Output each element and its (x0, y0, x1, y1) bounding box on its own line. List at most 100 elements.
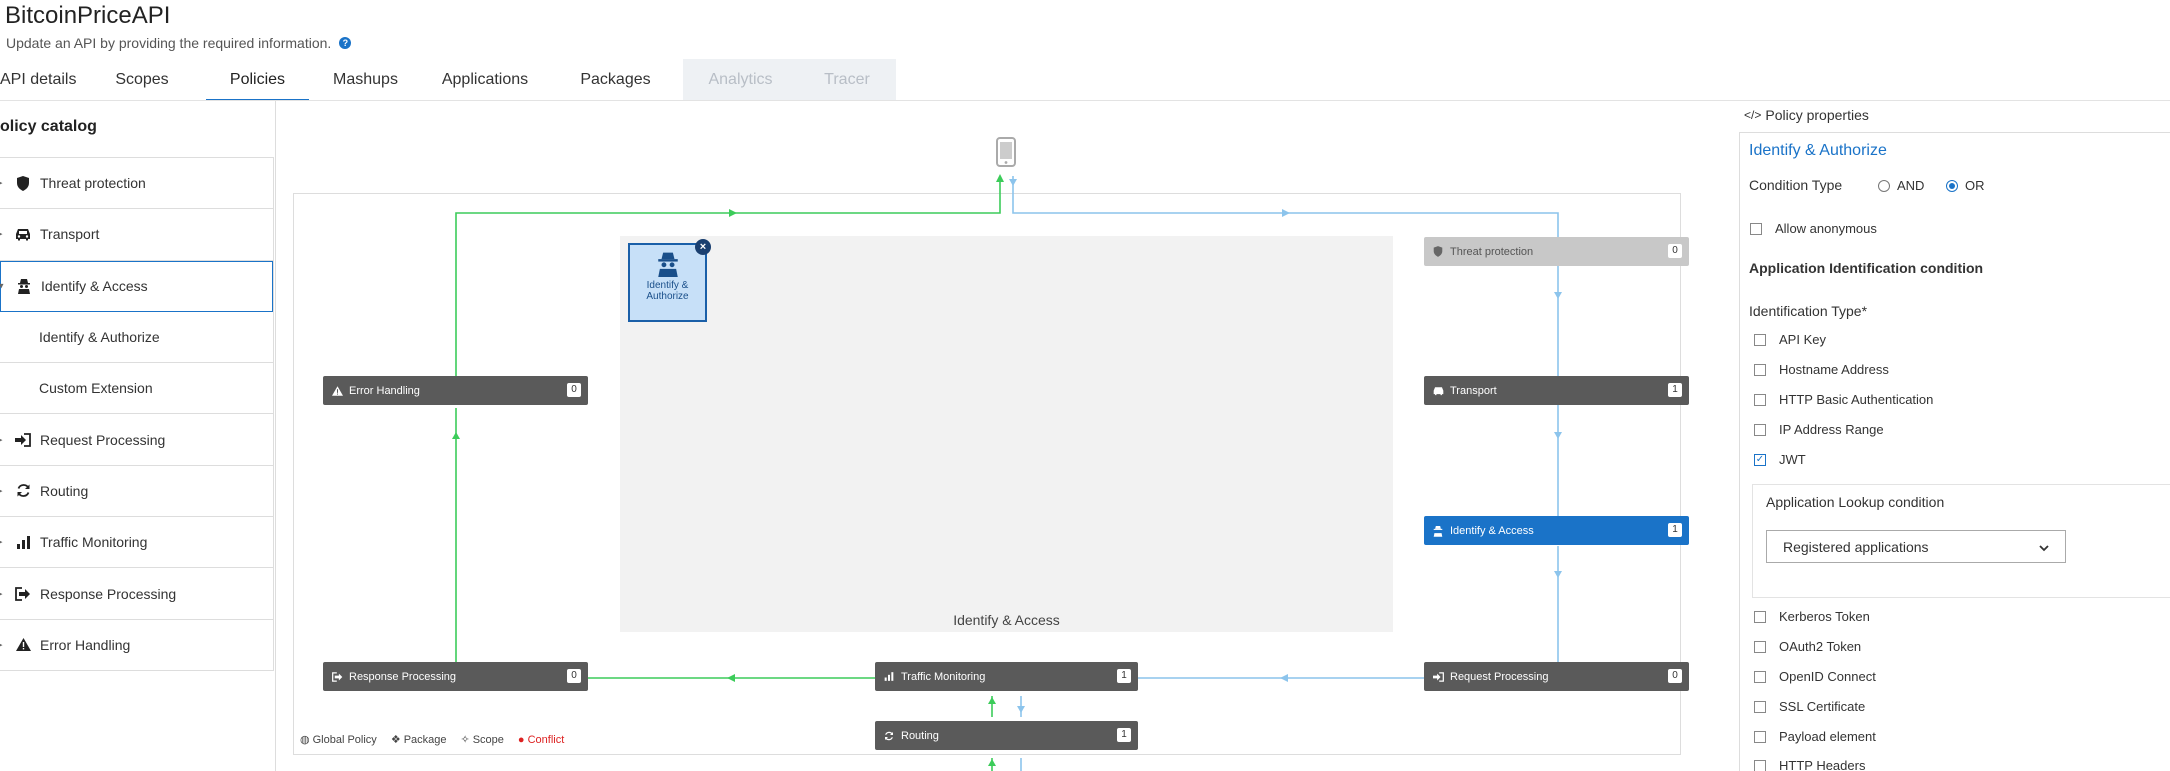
id-type-hostname[interactable]: Hostname Address (1754, 362, 1889, 377)
sign-in-icon (1431, 671, 1445, 682)
catalog-subitem-identify-authorize[interactable]: Identify & Authorize (0, 312, 273, 364)
id-type-ip-range[interactable]: IP Address Range (1754, 422, 1884, 437)
condition-or-option[interactable]: OR (1946, 178, 1985, 193)
checkbox-label: HTTP Basic Authentication (1779, 392, 1934, 407)
checkbox-label: Hostname Address (1779, 362, 1889, 377)
panel-divider (275, 101, 276, 771)
stage-traffic-monitoring[interactable]: Traffic Monitoring 1 (875, 662, 1138, 691)
stage-count: 0 (1668, 244, 1682, 258)
id-type-payload[interactable]: Payload element (1754, 729, 1876, 744)
catalog-item-routing[interactable]: ▸ Routing (0, 466, 273, 518)
canvas-legend: ◍ Global Policy ❖ Package ✧ Scope ● Conflict (300, 733, 565, 747)
catalog-item-label: Identify & Access (41, 278, 148, 295)
stage-identify-access[interactable]: Identify & Access 1 (1424, 516, 1689, 545)
stage-count: 0 (1668, 669, 1682, 683)
checkbox-box[interactable] (1754, 730, 1766, 743)
catalog-item-request-processing[interactable]: ▸ Request Processing (0, 414, 273, 466)
tab-api-details[interactable]: API details (0, 59, 78, 100)
sign-out-icon (330, 671, 344, 682)
catalog-item-transport[interactable]: ▸ Transport (0, 209, 273, 261)
code-icon: </> (1744, 108, 1762, 122)
refresh-icon (882, 731, 896, 741)
stage-label: Transport (1450, 384, 1497, 397)
catalog-item-label: Request Processing (40, 431, 166, 448)
catalog-item-identify-access[interactable]: ▾ Identify & Access (0, 260, 273, 312)
tab-mashups[interactable]: Mashups (309, 59, 422, 100)
policy-chip-identify-authorize[interactable]: × Identify & Authorize (628, 239, 711, 322)
id-type-ssl-cert[interactable]: SSL Certificate (1754, 699, 1865, 714)
id-type-http-headers[interactable]: HTTP Headers (1754, 758, 1865, 771)
stage-label: Identify & Access (1450, 524, 1534, 537)
id-type-jwt[interactable]: ✓ JWT (1754, 452, 1806, 467)
spy-icon (1431, 525, 1445, 537)
policy-chip-label-2: Authorize (646, 291, 689, 302)
tab-bar: API details Scopes Policies Mashups Appl… (0, 59, 896, 101)
subtitle-text: Update an API by providing the required … (6, 35, 332, 51)
checkbox-box[interactable] (1750, 222, 1762, 235)
checkbox-box[interactable] (1754, 393, 1766, 406)
chevron-down-icon (2039, 539, 2049, 555)
checkbox-box[interactable] (1754, 423, 1766, 436)
id-type-kerberos[interactable]: Kerberos Token (1754, 609, 1870, 624)
id-type-api-key[interactable]: API Key (1754, 332, 1826, 347)
id-type-openid[interactable]: OpenID Connect (1754, 669, 1876, 684)
remove-policy-icon[interactable]: × (695, 239, 711, 255)
catalog-subitem-custom-extension[interactable]: Custom Extension (0, 363, 273, 415)
lookup-condition-label: Application Lookup condition (1766, 494, 1945, 510)
catalog-item-error-handling[interactable]: ▸ Error Handling (0, 620, 273, 671)
catalog-item-threat-protection[interactable]: ▸ Threat protection (0, 158, 273, 210)
checkbox-label: Payload element (1779, 729, 1876, 744)
checkbox-box[interactable] (1754, 670, 1766, 683)
or-radio[interactable] (1946, 179, 1958, 192)
stage-routing[interactable]: Routing 1 (875, 721, 1138, 750)
tab-packages[interactable]: Packages (548, 59, 683, 100)
checkbox-box[interactable] (1754, 333, 1766, 346)
caret-right-icon: ▸ (0, 588, 3, 599)
caret-right-icon: ▸ (0, 639, 3, 650)
caret-right-icon: ▸ (0, 228, 3, 239)
checkmark-icon[interactable]: ✓ (1754, 453, 1766, 466)
checkbox-box[interactable] (1754, 700, 1766, 713)
legend-label: Conflict (527, 733, 565, 746)
or-label: OR (1965, 178, 1985, 193)
stage-error-handling[interactable]: Error Handling 0 (323, 376, 588, 405)
checkbox-box[interactable] (1754, 759, 1766, 771)
stage-threat-protection[interactable]: Threat protection 0 (1424, 237, 1689, 266)
identification-type-label: Identification Type* (1749, 303, 1868, 319)
checkbox-box[interactable] (1754, 610, 1766, 623)
checkbox-box[interactable] (1754, 363, 1766, 376)
id-type-oauth2[interactable]: OAuth2 Token (1754, 639, 1861, 654)
condition-and-option[interactable]: AND (1878, 178, 1924, 193)
tab-policies[interactable]: Policies (206, 59, 309, 101)
drop-area[interactable] (620, 236, 1393, 632)
legend-package: ❖ Package (391, 733, 447, 747)
lookup-condition-select[interactable]: Registered applications (1766, 530, 2066, 563)
checkbox-box[interactable] (1754, 640, 1766, 653)
tab-analytics: Analytics (683, 59, 798, 100)
drop-area-label: Identify & Access (953, 612, 1060, 628)
properties-title: Identify & Authorize (1749, 142, 1887, 159)
checkbox-label: OAuth2 Token (1779, 639, 1862, 654)
help-icon[interactable]: ? (339, 37, 352, 49)
stage-response-processing[interactable]: Response Processing 0 (323, 662, 588, 691)
id-type-http-basic[interactable]: HTTP Basic Authentication (1754, 392, 1933, 407)
and-label: AND (1897, 178, 1925, 193)
sign-in-icon (12, 432, 34, 447)
catalog-item-label: Traffic Monitoring (40, 534, 148, 551)
catalog-item-response-processing[interactable]: ▸ Response Processing (0, 568, 273, 620)
catalog-item-traffic-monitoring[interactable]: ▸ Traffic Monitoring (0, 517, 273, 569)
allow-anonymous-checkbox[interactable]: Allow anonymous (1750, 221, 1877, 236)
caret-down-icon: ▾ (0, 280, 4, 291)
tab-applications[interactable]: Applications (422, 59, 548, 100)
legend-global: ◍ Global Policy (300, 733, 377, 747)
and-radio[interactable] (1878, 179, 1890, 192)
tab-scopes[interactable]: Scopes (78, 59, 206, 100)
select-value: Registered applications (1783, 538, 1929, 555)
legend-label: Scope (472, 733, 504, 746)
caret-right-icon: ▸ (0, 485, 3, 496)
stage-request-processing[interactable]: Request Processing 0 (1424, 662, 1689, 691)
conflict-icon: ● (517, 733, 525, 746)
bar-chart-icon (882, 672, 896, 681)
stage-transport[interactable]: Transport 1 (1424, 376, 1689, 405)
checkbox-label: IP Address Range (1779, 422, 1884, 437)
